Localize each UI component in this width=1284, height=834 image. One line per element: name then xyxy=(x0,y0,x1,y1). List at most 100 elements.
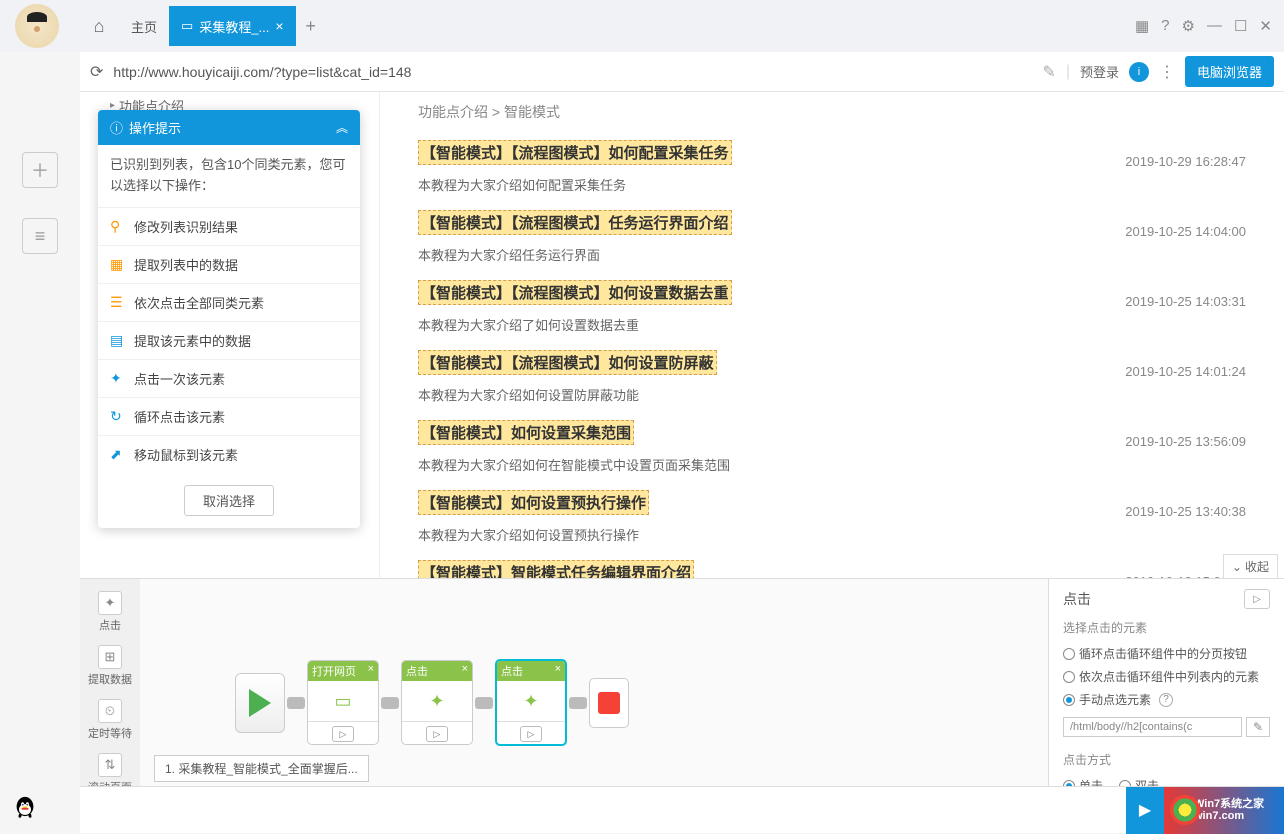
flow-start-node[interactable] xyxy=(235,673,285,733)
tab-label: 采集教程_... xyxy=(199,17,269,36)
node-play-icon[interactable]: ▷ xyxy=(332,726,354,742)
layers-icon[interactable]: ≡ xyxy=(22,218,58,254)
active-tab[interactable]: ▭ 采集教程_... × xyxy=(169,6,296,46)
article-row: 【智能模式】【流程图模式】如何设置数据去重 本教程为大家介绍了如何设置数据去重 … xyxy=(418,280,1246,334)
radio-loop-list[interactable]: 依次点击循环组件中列表内的元素 xyxy=(1063,665,1270,688)
node-close-icon[interactable]: × xyxy=(368,663,374,679)
more-icon[interactable]: ⋮ xyxy=(1159,62,1175,82)
hint-title: 操作提示 xyxy=(129,118,181,137)
watermark-text: Win7系统之家 win7.com xyxy=(1194,798,1284,822)
hint-collapse-icon[interactable]: ︽ xyxy=(336,119,348,136)
close-icon[interactable]: ✕ xyxy=(1259,17,1272,35)
article-row: 【智能模式】如何设置采集范围 本教程为大家介绍如何在智能模式中设置页面采集范围 … xyxy=(418,420,1246,474)
breadcrumb-a[interactable]: 功能点介绍 xyxy=(418,104,488,120)
radio-manual[interactable]: 手动点选元素? xyxy=(1063,688,1270,711)
click-icon: ✦ xyxy=(110,370,126,387)
flow-panel: ✦点击 ⊞提取数据 ⏲定时等待 ⇅滚动页面 ▾ ▸ 打开网页× ▭ ▷ 点击× … xyxy=(80,578,1284,786)
flow-node-open[interactable]: 打开网页× ▭ ▷ xyxy=(307,660,379,745)
hint-action-hover[interactable]: ⬈移动鼠标到该元素 xyxy=(98,435,360,473)
props-run-icon[interactable]: ▷ xyxy=(1244,589,1270,609)
hint-action-extract-list[interactable]: ▦提取列表中的数据 xyxy=(98,245,360,283)
tool-click[interactable]: ✦点击 xyxy=(94,587,126,637)
flow-tab[interactable]: 1. 采集教程_智能模式_全面掌握后... xyxy=(154,755,369,782)
flow-connector xyxy=(475,697,493,709)
operation-hint-panel: ⓘ 操作提示 ︽ 已识别到列表，包含10个同类元素，您可以选择以下操作： ⚲修改… xyxy=(98,110,360,528)
left-rail: ＋ ≡ xyxy=(0,92,80,582)
article-desc: 本教程为大家介绍如何设置预执行操作 xyxy=(418,525,1105,544)
user-badge-icon[interactable]: i xyxy=(1129,62,1149,82)
url-bar: ⟳ ✎ | 预登录 i ⋮ 电脑浏览器 xyxy=(80,52,1284,92)
hint-action-extract-element[interactable]: ▤提取该元素中的数据 xyxy=(98,321,360,359)
article-date: 2019-10-25 13:56:09 xyxy=(1125,420,1246,449)
run-button[interactable]: ▶ xyxy=(1126,787,1164,834)
window-controls: ▦ ? ⚙ — ☐ ✕ xyxy=(1135,17,1284,35)
browser-button[interactable]: 电脑浏览器 xyxy=(1185,56,1274,87)
flow-nodes: 打开网页× ▭ ▷ 点击× ✦ ▷ 点击× ✦ ▷ xyxy=(235,659,629,746)
radio-loop-page[interactable]: 循环点击循环组件中的分页按钮 xyxy=(1063,642,1270,665)
article-title[interactable]: 【智能模式】【流程图模式】如何配置采集任务 xyxy=(418,140,732,165)
hint-action-modify[interactable]: ⚲修改列表识别结果 xyxy=(98,207,360,245)
node-play-icon[interactable]: ▷ xyxy=(426,726,448,742)
avatar[interactable] xyxy=(15,4,59,48)
main-area: 功能点介绍 ⓘ 操作提示 ︽ 已识别到列表，包含10个同类元素，您可以选择以下操… xyxy=(80,92,1284,578)
grid-icon: ▦ xyxy=(110,256,126,273)
help-icon[interactable]: ? xyxy=(1159,693,1173,707)
flow-node-click-2[interactable]: 点击× ✦ ▷ xyxy=(495,659,567,746)
radio-icon xyxy=(1063,694,1075,706)
breadcrumb-b[interactable]: 智能模式 xyxy=(504,104,560,120)
new-page-icon[interactable]: ＋ xyxy=(22,152,58,188)
url-input[interactable] xyxy=(113,64,1032,80)
article-row: 【智能模式】【流程图模式】如何设置防屏蔽 本教程为大家介绍如何设置防屏蔽功能 2… xyxy=(418,350,1246,404)
prelogin-button[interactable]: 预登录 xyxy=(1080,62,1119,81)
flow-canvas[interactable]: 打开网页× ▭ ▷ 点击× ✦ ▷ 点击× ✦ ▷ 1. 采集教程_智能模式_全… xyxy=(140,579,1048,786)
play-icon xyxy=(249,689,271,717)
xpath-input[interactable] xyxy=(1063,717,1242,737)
article-title[interactable]: 【智能模式】智能模式任务编辑界面介绍 xyxy=(418,560,694,578)
radio-icon xyxy=(1063,671,1075,683)
minimize-icon[interactable]: — xyxy=(1207,17,1222,35)
article-desc: 本教程为大家介绍如何配置采集任务 xyxy=(418,175,1105,194)
article-title[interactable]: 【智能模式】【流程图模式】任务运行界面介绍 xyxy=(418,210,732,235)
article-title[interactable]: 【智能模式】【流程图模式】如何设置数据去重 xyxy=(418,280,732,305)
refresh-icon[interactable]: ⟳ xyxy=(90,62,103,82)
gift-icon[interactable]: ▦ xyxy=(1135,17,1149,35)
edit-icon[interactable]: ✎ xyxy=(1042,62,1055,82)
article-date: 2019-10-25 14:01:24 xyxy=(1125,350,1246,379)
article-row: 【智能模式】如何设置预执行操作 本教程为大家介绍如何设置预执行操作 2019-1… xyxy=(418,490,1246,544)
node-play-icon[interactable]: ▷ xyxy=(520,726,542,742)
flow-connector xyxy=(569,697,587,709)
radio-icon xyxy=(1063,648,1075,660)
article-title[interactable]: 【智能模式】如何设置预执行操作 xyxy=(418,490,649,515)
flow-node-click-1[interactable]: 点击× ✦ ▷ xyxy=(401,660,473,745)
home-icon[interactable]: ⌂ xyxy=(79,6,119,46)
hint-action-click-all[interactable]: ☰依次点击全部同类元素 xyxy=(98,283,360,321)
node-close-icon[interactable]: × xyxy=(555,663,561,679)
tool-extract[interactable]: ⊞提取数据 xyxy=(84,641,136,691)
flow-connector xyxy=(381,697,399,709)
maximize-icon[interactable]: ☐ xyxy=(1234,17,1247,35)
xpath-edit-icon[interactable]: ✎ xyxy=(1246,717,1270,737)
data-icon: ▤ xyxy=(110,332,126,349)
hint-action-loop-click[interactable]: ↻循环点击该元素 xyxy=(98,397,360,435)
hint-description: 已识别到列表，包含10个同类元素，您可以选择以下操作： xyxy=(98,145,360,207)
hint-footer: 取消选择 xyxy=(98,473,360,528)
extract-tool-icon: ⊞ xyxy=(98,645,122,669)
tab-close-icon[interactable]: × xyxy=(275,18,283,34)
node-close-icon[interactable]: × xyxy=(462,663,468,679)
tab-add-button[interactable]: + xyxy=(296,16,326,37)
help-icon[interactable]: ? xyxy=(1161,17,1169,35)
cancel-selection-button[interactable]: 取消选择 xyxy=(184,485,274,516)
collapse-panel-button[interactable]: ⌄ 收起 xyxy=(1223,554,1278,579)
loop-icon: ↻ xyxy=(110,408,126,425)
chevron-down-icon: ⌄ xyxy=(1232,560,1242,574)
qq-icon[interactable] xyxy=(10,793,40,823)
settings-icon[interactable]: ⚙ xyxy=(1182,17,1195,35)
article-row: 【智能模式】智能模式任务编辑界面介绍 2019-10-12 15:06:24 xyxy=(418,560,1246,578)
article-title[interactable]: 【智能模式】【流程图模式】如何设置防屏蔽 xyxy=(418,350,717,375)
article-title[interactable]: 【智能模式】如何设置采集范围 xyxy=(418,420,634,445)
hint-action-click-once[interactable]: ✦点击一次该元素 xyxy=(98,359,360,397)
home-tab[interactable]: 主页 xyxy=(119,6,169,46)
props-section-2: 点击方式 xyxy=(1063,751,1270,768)
flow-end-node[interactable] xyxy=(589,678,629,728)
tool-wait[interactable]: ⏲定时等待 xyxy=(84,695,136,745)
